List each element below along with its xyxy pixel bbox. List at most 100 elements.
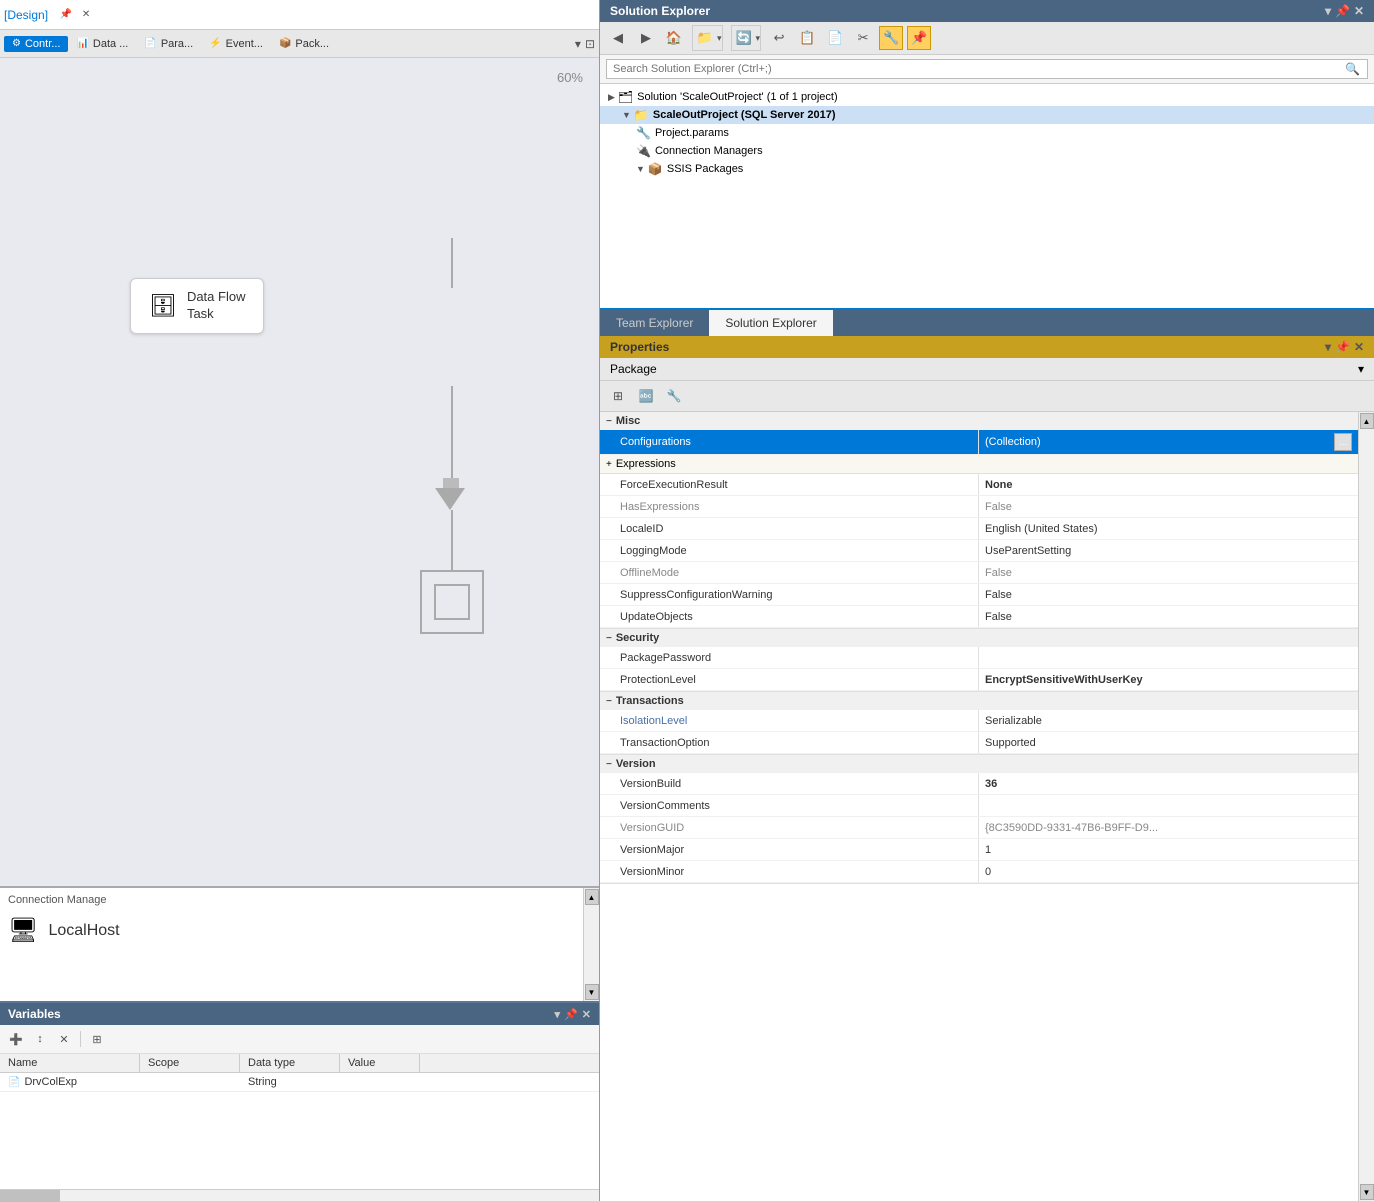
- scroll-down-btn[interactable]: ▼: [585, 984, 599, 1000]
- se-paste-btn[interactable]: 📄: [823, 26, 847, 50]
- se-node-packages[interactable]: ▼ 📦 SSIS Packages: [600, 160, 1374, 178]
- prop-offline: OfflineMode False: [600, 562, 1358, 584]
- prop-has-expressions: HasExpressions False: [600, 496, 1358, 518]
- prop-offline-value: False: [979, 562, 1358, 583]
- variables-close-btn[interactable]: ✕: [582, 1008, 591, 1021]
- se-copy-btn[interactable]: 📋: [795, 26, 819, 50]
- tab-parameters[interactable]: 📄 Para...: [136, 36, 201, 52]
- se-node-params[interactable]: 🔧 Project.params: [600, 124, 1374, 142]
- connection-manager-panel: Connection Manage 🖥 LocalHost ▲ ▼: [0, 886, 599, 1001]
- props-close-btn[interactable]: ✕: [1354, 340, 1364, 354]
- float-button[interactable]: ⊡: [585, 37, 595, 51]
- delete-variable-btn[interactable]: ✕: [54, 1029, 74, 1049]
- end-node-inner: [434, 584, 470, 620]
- variables-title-actions: ▾ 📌 ✕: [555, 1008, 591, 1021]
- prop-group-transactions: − Transactions IsolationLevel Serializab…: [600, 692, 1358, 755]
- misc-collapse-icon: −: [606, 416, 612, 427]
- project-expand-icon: ▼: [622, 110, 631, 120]
- prop-protection-value: EncryptSensitiveWithUserKey: [979, 669, 1358, 690]
- se-folder-dropdown[interactable]: ▾: [717, 33, 722, 44]
- version-header[interactable]: − Version: [600, 755, 1358, 773]
- props-dropdown-icon: ▾: [1358, 362, 1364, 376]
- se-search-input[interactable]: [606, 59, 1368, 79]
- props-scroll-down[interactable]: ▼: [1360, 1184, 1374, 1200]
- prop-configurations-value: (Collection) ...: [979, 430, 1358, 454]
- se-forward-btn[interactable]: ▶: [634, 26, 658, 50]
- prop-transaction-option: TransactionOption Supported: [600, 732, 1358, 754]
- move-variable-btn[interactable]: ↕: [30, 1029, 50, 1049]
- se-refresh-dropdown[interactable]: ▾: [756, 33, 761, 44]
- prop-version-minor: VersionMinor 0: [600, 861, 1358, 883]
- tab-package-explorer[interactable]: 📦 Pack...: [271, 36, 337, 52]
- hide-tabs-button[interactable]: ▾: [575, 37, 581, 51]
- se-cut-btn[interactable]: ✂: [851, 26, 875, 50]
- props-pin-btn[interactable]: 📌: [1335, 340, 1350, 354]
- props-hide-btn[interactable]: ▾: [1325, 340, 1331, 354]
- se-close-btn[interactable]: ✕: [1354, 4, 1364, 18]
- security-header[interactable]: − Security: [600, 629, 1358, 647]
- props-wrench-btn[interactable]: 🔧: [662, 384, 686, 408]
- se-undo-btn[interactable]: ↩: [767, 26, 791, 50]
- props-categorized-btn[interactable]: ⊞: [606, 384, 630, 408]
- tab-team-explorer[interactable]: Team Explorer: [600, 310, 709, 336]
- se-hide-btn[interactable]: ▾: [1325, 4, 1331, 18]
- connector-bot: [451, 510, 453, 570]
- se-home-btn[interactable]: 🏠: [662, 26, 686, 50]
- tab-control-flow[interactable]: ⚙ Contr...: [4, 36, 68, 52]
- se-props-btn[interactable]: 🔧: [879, 26, 903, 50]
- prop-vbuild-name: VersionBuild: [600, 773, 979, 794]
- prop-configurations-name: Configurations: [600, 430, 979, 454]
- variables-title: Variables: [8, 1007, 61, 1021]
- grid-view-btn[interactable]: ⊞: [87, 1029, 107, 1049]
- prop-package-password: PackagePassword: [600, 647, 1358, 669]
- se-node-conn-mgr[interactable]: 🔌 Connection Managers: [600, 142, 1374, 160]
- prop-configurations[interactable]: Configurations (Collection) ...: [600, 430, 1358, 455]
- misc-header[interactable]: − Misc: [600, 412, 1358, 430]
- tab-event-handlers[interactable]: ⚡ Event...: [201, 36, 271, 52]
- col-name: Name: [0, 1054, 140, 1072]
- se-node-solution[interactable]: ▶ 🗂 Solution 'ScaleOutProject' (1 of 1 p…: [600, 88, 1374, 106]
- se-pin-btn[interactable]: 📌: [1335, 4, 1350, 18]
- prop-vcomments-name: VersionComments: [600, 795, 979, 816]
- prop-group-security: − Security PackagePassword ProtectionLev…: [600, 629, 1358, 692]
- props-object-selector[interactable]: Package ▾: [600, 358, 1374, 381]
- se-folder-btn[interactable]: 📁: [693, 26, 717, 50]
- pin-button[interactable]: 📌: [57, 6, 75, 24]
- scroll-up-btn[interactable]: ▲: [585, 889, 599, 905]
- se-pin-item-btn[interactable]: 📌: [907, 26, 931, 50]
- props-scroll-up[interactable]: ▲: [1360, 413, 1374, 429]
- transactions-header[interactable]: − Transactions: [600, 692, 1358, 710]
- prop-update-name: UpdateObjects: [600, 606, 979, 627]
- var-name-cell: 📄 DrvColExp: [0, 1073, 140, 1091]
- se-refresh-btn[interactable]: 🔄: [732, 26, 756, 50]
- prop-trans-opt-name: TransactionOption: [600, 732, 979, 753]
- prop-isolation-value: Serializable: [979, 710, 1358, 731]
- prop-vminor-value: 0: [979, 861, 1358, 882]
- prop-version-guid: VersionGUID {8C3590DD-9331-47B6-B9FF-D9.…: [600, 817, 1358, 839]
- close-design-button[interactable]: ✕: [77, 6, 95, 24]
- package-icon: 📦: [279, 38, 291, 49]
- variables-hscroll[interactable]: [0, 1189, 599, 1201]
- zoom-label: 60%: [557, 70, 583, 85]
- packages-expand-icon: ▼: [636, 164, 645, 174]
- configurations-ellipsis[interactable]: ...: [1334, 433, 1352, 451]
- data-flow-icon: 📊: [76, 38, 88, 49]
- se-back-btn[interactable]: ◀: [606, 26, 630, 50]
- prop-locale-value: English (United States): [979, 518, 1358, 539]
- flow-task-box[interactable]: 🗄 Data FlowTask: [130, 278, 264, 334]
- expressions-row[interactable]: + Expressions: [600, 455, 1358, 474]
- var-value-cell: [340, 1073, 420, 1091]
- prop-group-misc: − Misc Configurations (Collection) ... +…: [600, 412, 1358, 629]
- tab-solution-explorer[interactable]: Solution Explorer: [709, 310, 832, 336]
- props-alpha-btn[interactable]: 🔤: [634, 384, 658, 408]
- variable-row: 📄 DrvColExp String: [0, 1073, 599, 1092]
- se-node-project[interactable]: ▼ 📁 ScaleOutProject (SQL Server 2017): [600, 106, 1374, 124]
- prop-force-exec-value: None: [979, 474, 1358, 495]
- variables-hide-btn[interactable]: ▾: [555, 1008, 561, 1021]
- variables-pin-btn[interactable]: 📌: [564, 1008, 578, 1021]
- tab-data-flow[interactable]: 📊 Data ...: [68, 36, 136, 52]
- add-variable-btn[interactable]: ➕: [6, 1029, 26, 1049]
- end-node: [420, 570, 484, 634]
- prop-vguid-value: {8C3590DD-9331-47B6-B9FF-D9...: [979, 817, 1358, 838]
- expressions-expand-icon: +: [606, 459, 612, 470]
